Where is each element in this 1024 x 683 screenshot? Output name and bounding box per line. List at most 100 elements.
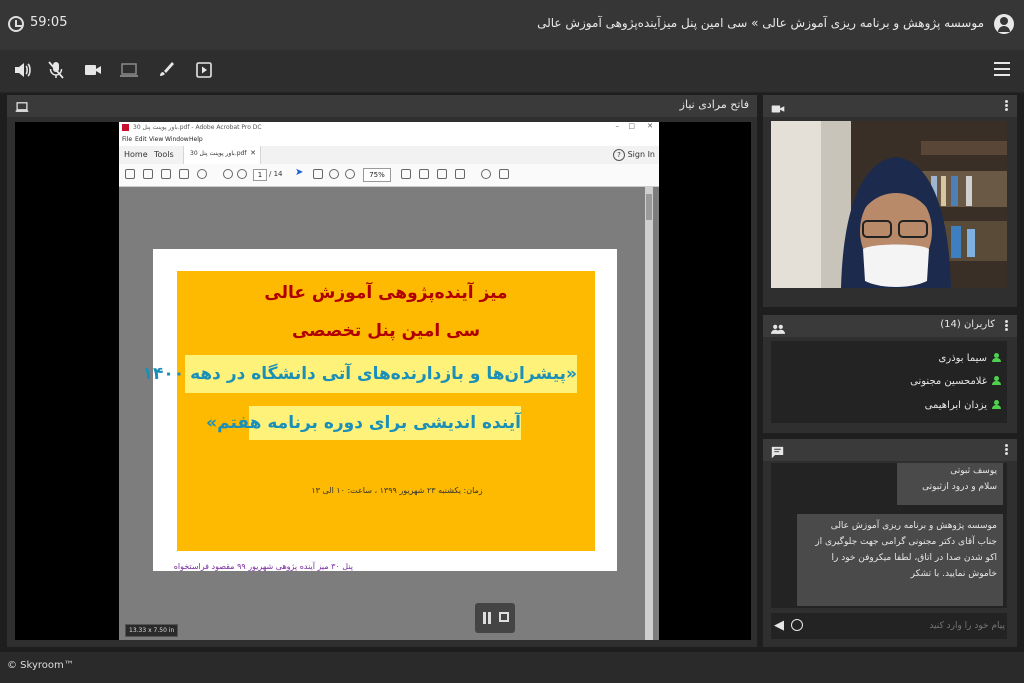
users-icon — [771, 320, 785, 339]
print-icon[interactable] — [161, 169, 171, 179]
presentation-panel-header: فاتح مرادی نیاز — [7, 95, 757, 117]
user-online-icon — [992, 353, 1001, 363]
stamp-icon[interactable] — [455, 169, 465, 179]
camera-panel-header — [763, 95, 1017, 117]
comment-icon[interactable] — [481, 169, 491, 179]
screen-share-icon[interactable] — [118, 60, 140, 82]
users-count-title: کاربران (14) — [940, 319, 995, 330]
chat-message: یوسف ثبوتی سلام و درود ازثبوتی — [897, 463, 1003, 505]
page-total: / 14 — [269, 170, 283, 178]
send-icon[interactable]: ◀ — [774, 618, 784, 633]
toolbar — [0, 50, 1024, 93]
sign-in-link[interactable]: Sign In — [628, 150, 655, 159]
speaker-icon[interactable] — [11, 60, 33, 82]
chat-panel-header — [763, 439, 1017, 461]
chat-input[interactable] — [811, 616, 1009, 636]
create-pdf-icon[interactable] — [125, 169, 135, 179]
scrollbar-thumb[interactable] — [646, 194, 652, 220]
menu-view[interactable]: View — [149, 136, 163, 143]
menu-window[interactable]: Window — [165, 136, 189, 143]
slide-footer: پنل ۳۰ میز آینده پژوهی شهریور ۹۹ مقصود ف… — [173, 562, 353, 571]
chat-panel: یوسف ثبوتی سلام و درود ازثبوتی موسسه پژو… — [763, 439, 1017, 647]
slide-topic-line1: «پیشران‌ها و بازدارنده‌های آتی دانشگاه د… — [143, 355, 577, 393]
close-tab-icon[interactable]: ✕ — [250, 149, 256, 157]
whiteboard-icon[interactable] — [155, 60, 177, 82]
emoji-icon[interactable] — [791, 619, 803, 631]
users-panel: کاربران (14) سیما بوذری غلامحسین مجنونی … — [763, 315, 1017, 433]
help-icon[interactable]: ? — [613, 149, 625, 161]
user-name: غلامحسین مجنونی — [910, 376, 987, 387]
menu-help[interactable]: Help — [189, 136, 203, 143]
menu-edit[interactable]: Edit — [135, 136, 147, 143]
mic-muted-icon[interactable] — [45, 60, 67, 82]
document-scrollbar[interactable] — [645, 186, 653, 640]
list-item[interactable]: غلامحسین مجنونی — [910, 376, 1001, 392]
pen-icon[interactable] — [499, 169, 509, 179]
acrobat-window-title: باور پوینت پنل 30.pdf - Adobe Acrobat Pr… — [133, 124, 262, 131]
chat-message: موسسه پژوهش و برنامه ریزی آموزش عالی جنا… — [797, 514, 1003, 606]
scroll-mode-icon[interactable] — [437, 169, 447, 179]
maximize-icon[interactable]: □ — [628, 122, 635, 130]
hand-tool-icon[interactable] — [313, 169, 323, 179]
close-icon[interactable]: ✕ — [647, 122, 653, 130]
chat-sender: یوسف ثبوتی — [950, 466, 997, 476]
brand-label: © Skyroom™ — [7, 660, 74, 671]
presenter-name: فاتح مرادی نیاز — [679, 98, 749, 111]
more-options-icon[interactable] — [1005, 320, 1009, 332]
slide-topic-line2: آینده اندیشی برای دوره برنامه هفتم» — [206, 406, 521, 440]
fit-page-icon[interactable] — [419, 169, 429, 179]
document-tab-label: باور پوینت پنل 30.pdf — [190, 150, 247, 157]
page-number-input[interactable]: 1 — [253, 169, 267, 181]
upload-icon[interactable] — [143, 169, 153, 179]
tab-tools[interactable]: Tools — [154, 150, 174, 159]
chat-messages[interactable]: یوسف ثبوتی سلام و درود ازثبوتی موسسه پژو… — [771, 463, 1007, 608]
crop-icon[interactable] — [401, 169, 411, 179]
menu-file[interactable]: File — [122, 136, 132, 143]
camera-icon[interactable] — [82, 60, 104, 82]
more-options-icon[interactable] — [1005, 444, 1009, 456]
chat-sender: موسسه پژوهش و برنامه ریزی آموزش عالی — [830, 521, 997, 531]
slide-date: زمان: یکشنبه ۲۳ شهریور ۱۳۹۹ ، ساعت: ۱۰ ا… — [311, 486, 483, 495]
more-options-icon[interactable] — [1005, 100, 1009, 112]
fullscreen-icon[interactable] — [499, 612, 509, 622]
zoom-select[interactable]: 75% — [363, 168, 391, 182]
chat-text: جناب آقای دکتر مجنونی گرامی جهت جلوگیری … — [815, 537, 997, 579]
minimize-icon[interactable]: – — [616, 122, 620, 130]
session-timer: 59:05 — [30, 15, 68, 30]
slide-subheading: سی امین پنل تخصصی — [291, 321, 481, 341]
zoom-out-icon[interactable] — [329, 169, 339, 179]
acrobat-titlebar: باور پوینت پنل 30.pdf - Adobe Acrobat Pr… — [119, 122, 659, 134]
room-title: موسسه پژوهش و برنامه ریزی آموزش عالی » س… — [537, 16, 984, 30]
users-panel-header: کاربران (14) — [763, 315, 1017, 337]
search-icon[interactable] — [197, 169, 207, 179]
list-item[interactable]: سیما بوذری — [939, 353, 1001, 369]
participant-video-frame — [771, 121, 1007, 288]
pdf-slide: میز آینده‌پژوهی آموزش عالی سی امین پنل ت… — [143, 249, 617, 571]
user-name: یزدان ابراهیمی — [924, 400, 987, 411]
chat-icon — [771, 444, 784, 463]
list-item[interactable]: یزدان ابراهیمی — [925, 400, 1001, 416]
slide-background: میز آینده‌پژوهی آموزش عالی سی امین پنل ت… — [143, 271, 595, 551]
camera-icon — [771, 100, 785, 119]
clock-icon — [8, 16, 24, 32]
acrobat-window: باور پوینت پنل 30.pdf - Adobe Acrobat Pr… — [119, 122, 659, 640]
user-online-icon — [992, 376, 1001, 386]
file-present-icon[interactable] — [193, 60, 215, 82]
menu-icon[interactable] — [994, 62, 1010, 76]
acrobat-tabs: Home Tools باور پوینت پنل 30.pdf ✕ ? Sig… — [119, 146, 659, 165]
user-account-icon[interactable] — [994, 14, 1014, 34]
email-icon[interactable] — [179, 169, 189, 179]
zoom-in-icon[interactable] — [345, 169, 355, 179]
document-tab[interactable]: باور پوینت پنل 30.pdf ✕ — [183, 146, 261, 164]
acrobat-logo-icon — [122, 124, 129, 131]
page-down-icon[interactable] — [237, 169, 247, 179]
title-bar: 59:05 موسسه پژوهش و برنامه ریزی آموزش عا… — [0, 0, 1024, 50]
pause-icon[interactable] — [483, 612, 486, 624]
page-up-icon[interactable] — [223, 169, 233, 179]
participant-video — [771, 121, 1007, 288]
pause-icon-bar — [488, 612, 491, 624]
slide-heading: میز آینده‌پژوهی آموزش عالی — [264, 283, 508, 303]
tab-home[interactable]: Home — [124, 150, 148, 159]
camera-panel — [763, 95, 1017, 307]
select-cursor-icon[interactable]: ➤ — [295, 167, 303, 178]
